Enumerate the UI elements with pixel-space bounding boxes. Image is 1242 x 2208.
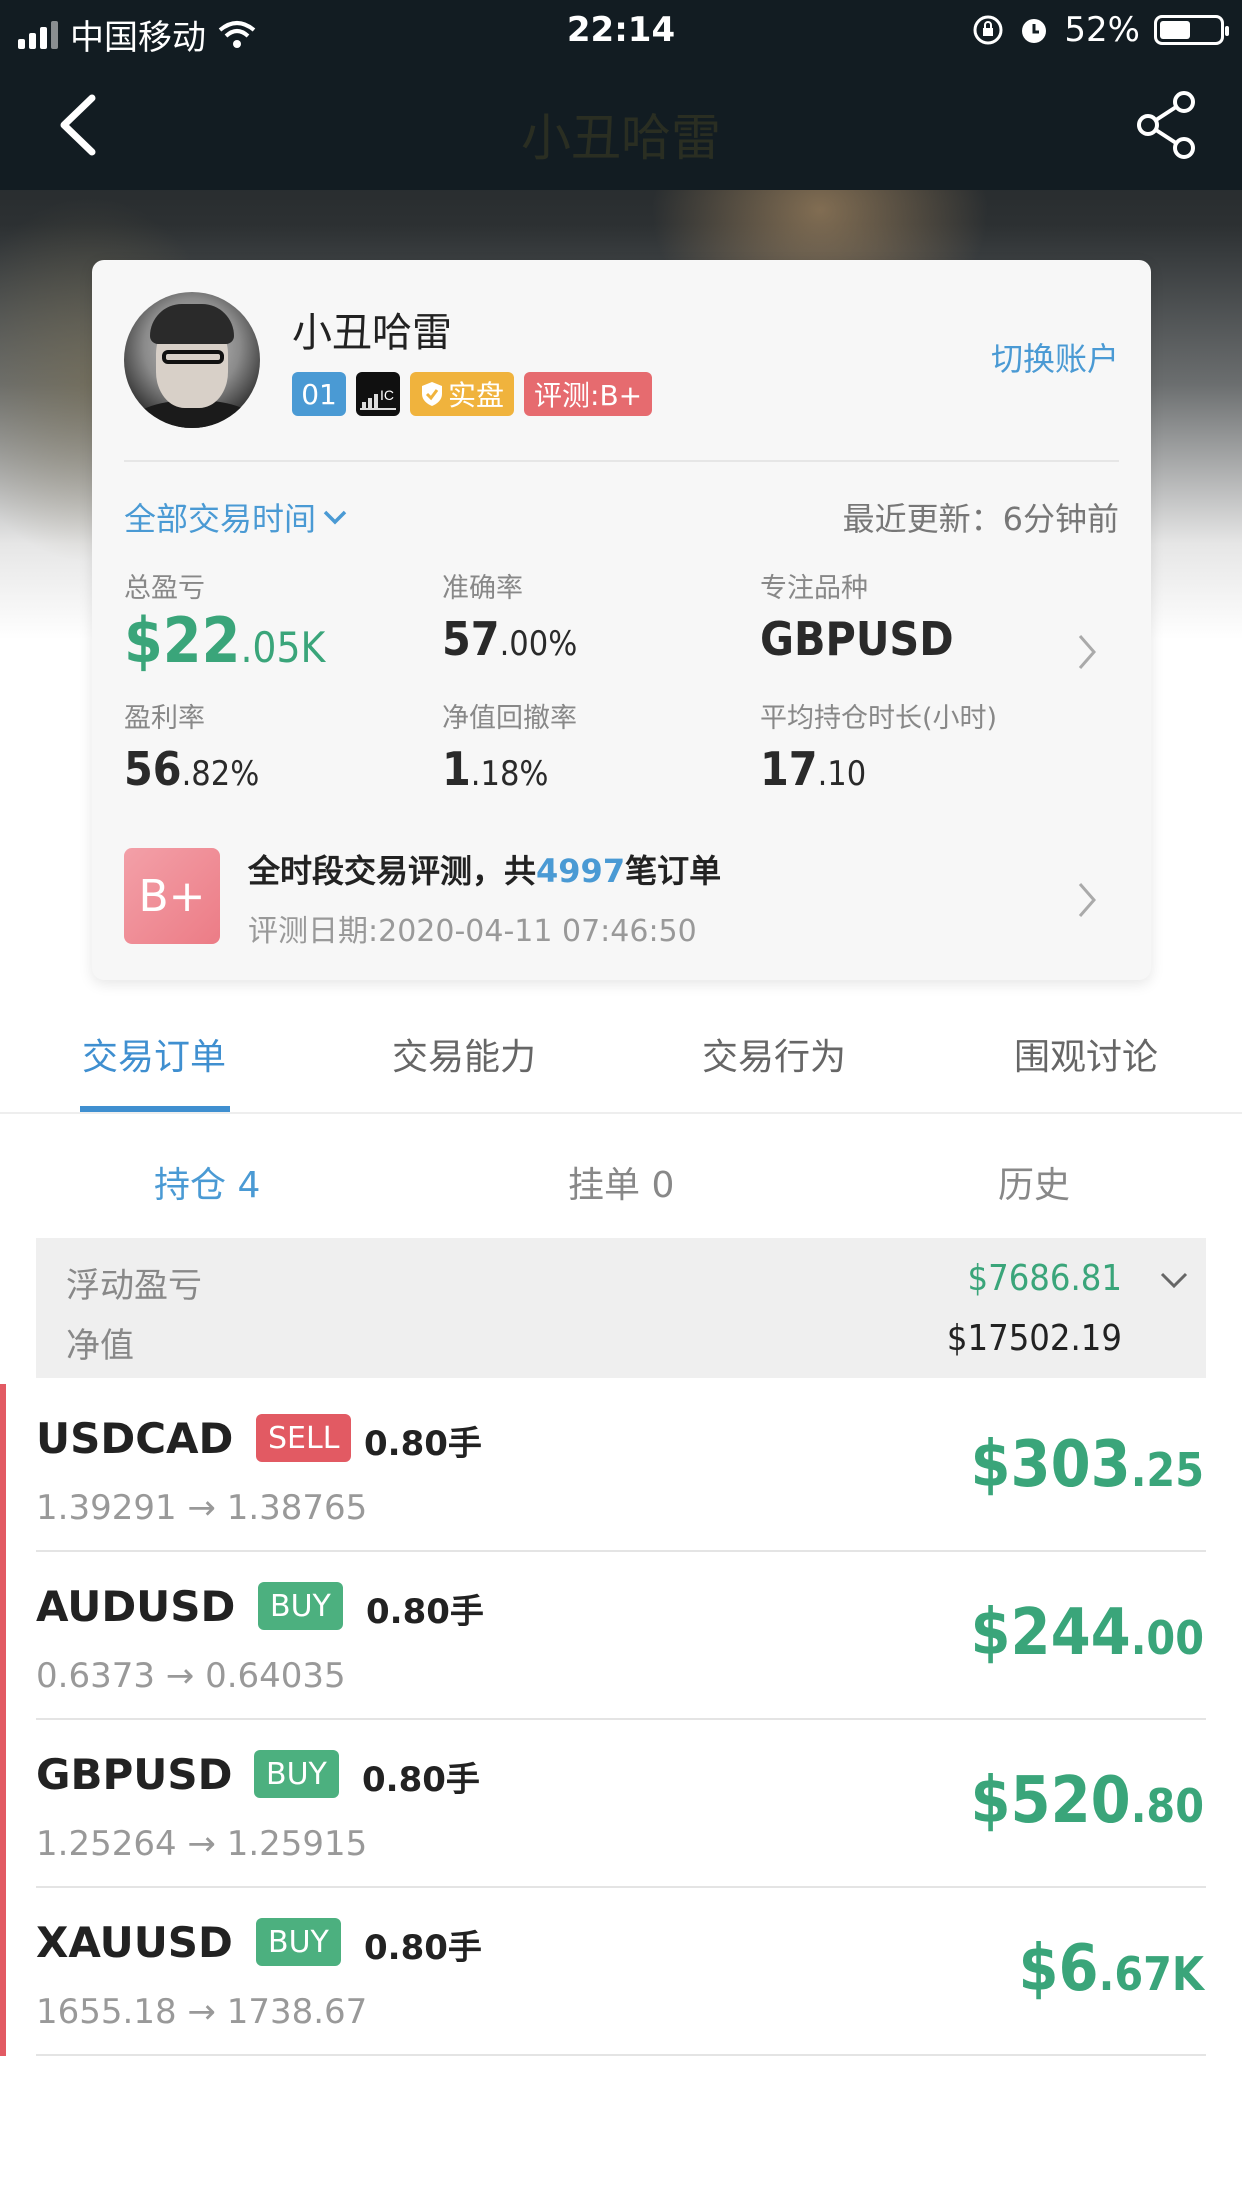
page-title: 小丑哈雷	[521, 109, 721, 167]
position-pnl: $6.67K	[1018, 1932, 1204, 2006]
accuracy-label: 准确率	[442, 573, 523, 604]
focus-symbol-label: 专注品种	[760, 573, 868, 604]
position-lots: 0.80手	[362, 1760, 480, 1800]
floating-pnl-label: 浮动盈亏	[66, 1266, 202, 1306]
side-badge: BUY	[258, 1582, 343, 1630]
position-prices: 1655.18 → 1738.67	[36, 1992, 368, 2032]
level-badge: 01	[292, 372, 346, 416]
position-prices: 1.25264 → 1.25915	[36, 1824, 368, 1864]
position-lots: 0.80手	[364, 1424, 482, 1464]
live-account-label: 实盘	[448, 379, 505, 412]
avg-hold-label: 平均持仓时长(小时)	[760, 703, 998, 734]
position-marker	[0, 1552, 6, 1720]
accuracy-value: 57.00%	[442, 612, 578, 666]
username: 小丑哈雷	[292, 310, 452, 356]
stats-chevron-right-icon[interactable]	[1074, 632, 1100, 672]
profit-rate-value: 56.82%	[124, 742, 260, 796]
position-prices: 0.6373 → 0.64035	[36, 1656, 346, 1696]
position-symbol: USDCAD	[36, 1414, 234, 1463]
evaluation-chevron-right-icon[interactable]	[1074, 880, 1100, 920]
side-badge: BUY	[254, 1750, 339, 1798]
position-row[interactable]: XAUUSD BUY 0.80手 1655.18 → 1738.67 $6.67…	[0, 1888, 1242, 2056]
evaluation-title[interactable]: 全时段交易评测，共4997笔订单	[248, 846, 721, 892]
tab-behavior[interactable]: 交易行为	[702, 1028, 846, 1080]
rating-badge: 评测:B+	[524, 372, 653, 416]
time-filter-label: 全部交易时间	[124, 500, 317, 538]
chevron-down-icon	[323, 510, 347, 525]
position-symbol: AUDUSD	[36, 1582, 236, 1631]
nav-bar: 小丑哈雷	[0, 62, 1242, 190]
battery-icon	[1154, 15, 1229, 45]
broker-logo-icon: IC	[360, 387, 396, 410]
position-row[interactable]: USDCAD SELL 0.80手 1.39291 → 1.38765 $303…	[0, 1384, 1242, 1552]
position-pnl: $244.00	[970, 1596, 1204, 1670]
sub-tabs: 持仓 4 挂单 0 历史	[0, 1140, 1242, 1220]
badge-row: 01 IC 实盘 评测:B+	[292, 372, 653, 416]
avg-hold-value: 17.10	[760, 742, 867, 796]
position-pnl: $520.80	[970, 1764, 1204, 1838]
battery-percent: 52%	[1064, 10, 1140, 50]
last-update: 最近更新：6分钟前	[842, 500, 1119, 538]
alarm-icon	[1022, 19, 1047, 43]
position-marker	[0, 1384, 6, 1552]
position-pnl: $303.25	[970, 1428, 1204, 1502]
profit-rate-label: 盈利率	[124, 703, 205, 734]
drawdown-label: 净值回撤率	[442, 703, 577, 734]
position-marker	[0, 1720, 6, 1888]
live-account-badge: 实盘	[410, 372, 515, 416]
pnl-summary[interactable]: 浮动盈亏 $7686.81 净值 $17502.19	[36, 1238, 1206, 1378]
subtab-pending[interactable]: 挂单 0	[568, 1156, 674, 1208]
profile-card: 小丑哈雷 01 IC 实盘 评测:B+ 切换账户 全部交易时间 最近更新：6分钟…	[92, 260, 1151, 980]
main-tabs: 交易订单 交易能力 交易行为 围观讨论	[0, 1010, 1242, 1114]
tab-discussion[interactable]: 围观讨论	[1014, 1028, 1158, 1080]
rotation-lock-icon	[973, 15, 1003, 45]
equity-value: $17502.19	[946, 1318, 1122, 1359]
position-row[interactable]: AUDUSD BUY 0.80手 0.6373 → 0.64035 $244.0…	[0, 1552, 1242, 1720]
position-marker	[0, 1888, 6, 2056]
equity-label: 净值	[66, 1326, 134, 1366]
floating-pnl-value: $7686.81	[967, 1258, 1123, 1299]
share-icon[interactable]	[1134, 90, 1200, 160]
position-symbol: GBPUSD	[36, 1750, 233, 1799]
grade-icon: B+	[124, 848, 220, 944]
tab-orders[interactable]: 交易订单	[82, 1028, 226, 1080]
position-lots: 0.80手	[364, 1928, 482, 1968]
position-prices: 1.39291 → 1.38765	[36, 1488, 368, 1528]
broker-badge: IC	[356, 372, 400, 416]
subtab-positions[interactable]: 持仓 4	[154, 1156, 260, 1208]
side-badge: SELL	[256, 1414, 352, 1462]
position-lots: 0.80手	[366, 1592, 484, 1632]
side-badge: BUY	[256, 1918, 341, 1966]
shield-check-icon	[422, 382, 442, 406]
total-pnl-value: $22.05K	[124, 604, 326, 677]
active-tab-indicator	[80, 1106, 230, 1112]
time-filter-dropdown[interactable]: 全部交易时间	[124, 494, 348, 540]
switch-account-link[interactable]: 切换账户	[991, 334, 1119, 380]
focus-symbol-value: GBPUSD	[760, 612, 954, 666]
drawdown-value: 1.18%	[442, 742, 549, 796]
avatar[interactable]	[124, 292, 260, 428]
subtab-history[interactable]: 历史	[998, 1156, 1070, 1208]
total-pnl-label: 总盈亏	[124, 573, 205, 604]
broker-label: IC	[380, 387, 394, 403]
evaluation-date: 评测日期:2020-04-11 07:46:50	[248, 914, 697, 949]
position-symbol: XAUUSD	[36, 1918, 233, 1967]
status-bar: 中国移动 22:14 52%	[0, 0, 1242, 62]
expand-chevron-icon[interactable]	[1158, 1270, 1190, 1290]
divider	[124, 460, 1119, 462]
tab-ability[interactable]: 交易能力	[392, 1028, 536, 1080]
position-row[interactable]: GBPUSD BUY 0.80手 1.25264 → 1.25915 $520.…	[0, 1720, 1242, 1888]
